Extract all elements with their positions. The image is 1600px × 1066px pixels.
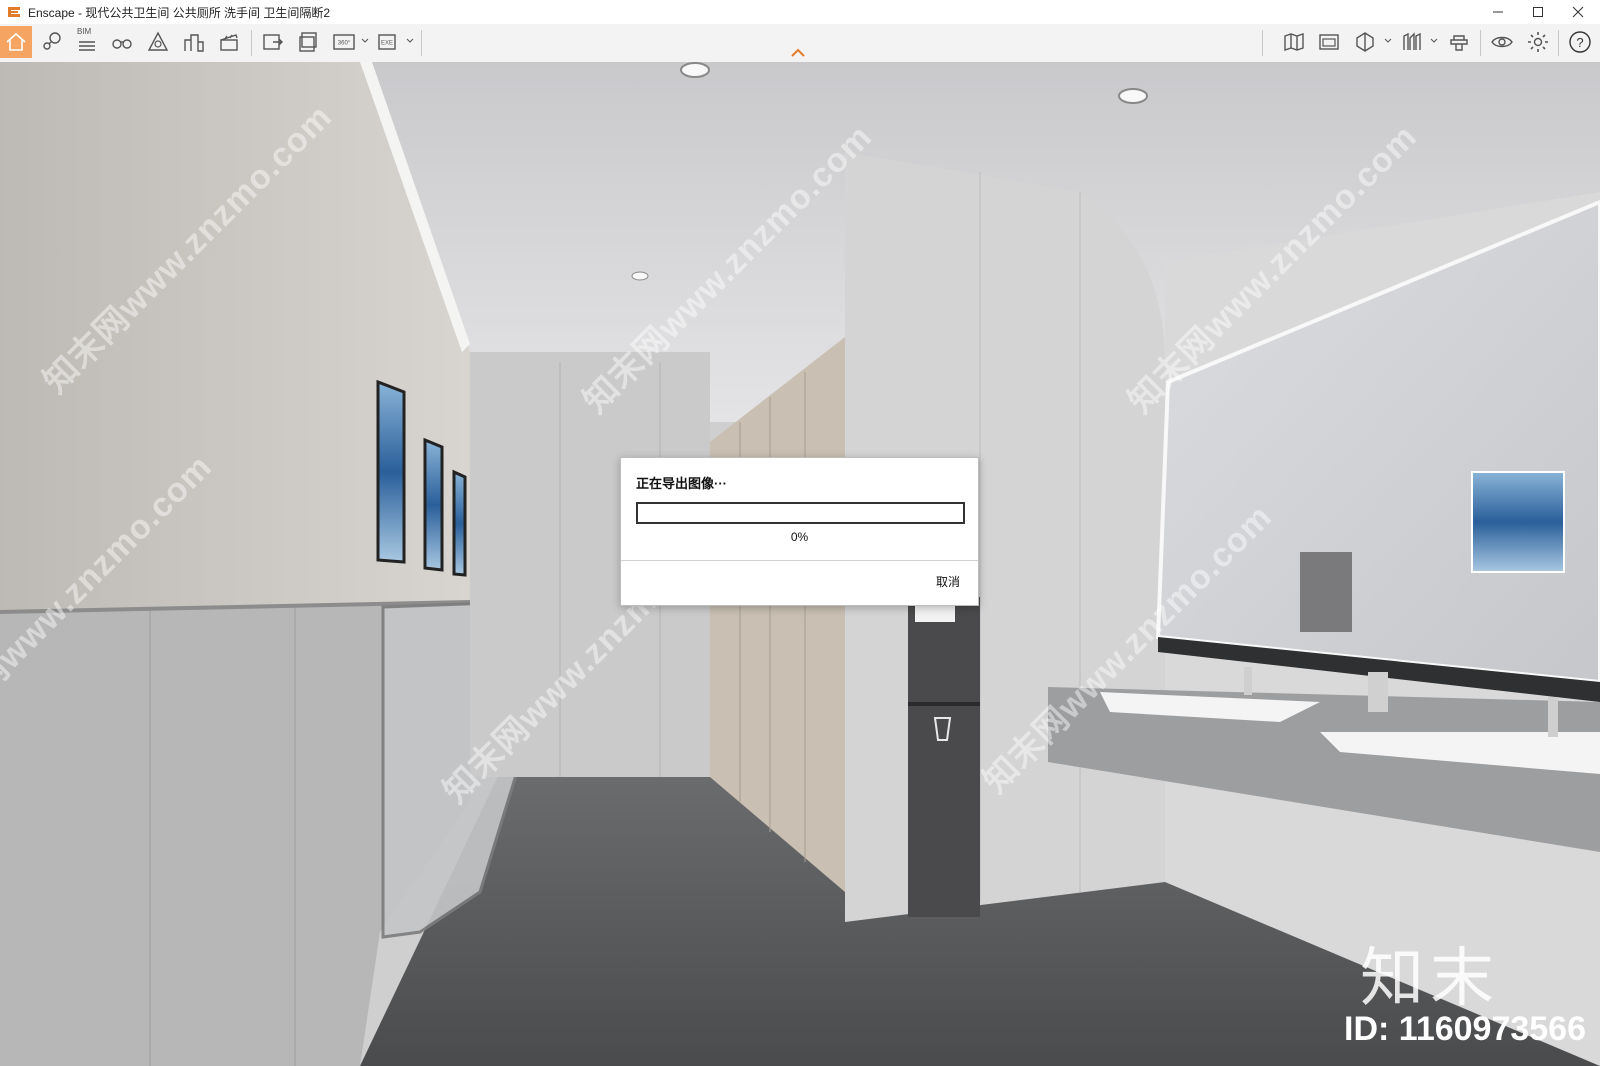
screenshot-button[interactable]	[257, 26, 289, 58]
atmosphere-button[interactable]	[1349, 26, 1381, 58]
progress-percent: 0%	[790, 530, 809, 544]
svg-text:360°: 360°	[338, 41, 351, 47]
close-icon	[1572, 6, 1584, 18]
export-progress-dialog: 正在导出图像··· 0% 取消	[620, 457, 979, 606]
export-progress-bar	[636, 502, 965, 524]
binoculars-icon	[112, 39, 132, 49]
collapse-toolbar-chevron-icon[interactable]	[789, 47, 807, 59]
toolbar-separator	[1480, 30, 1481, 56]
eye-icon	[1491, 36, 1513, 48]
toolbar-separator	[1558, 30, 1559, 56]
visual-settings-button[interactable]	[1313, 26, 1345, 58]
bim-label: BIM	[77, 27, 92, 36]
title-bar: Enscape - 现代公共卫生间 公共厕所 洗手间 卫生间隔断2	[0, 0, 1600, 24]
chevron-down-icon[interactable]	[1429, 36, 1439, 46]
enscape-logo-icon	[8, 7, 20, 17]
close-button[interactable]	[1558, 0, 1598, 24]
exe-export-icon: EXE	[378, 34, 396, 50]
chevron-down-icon[interactable]	[360, 36, 370, 46]
material-icon	[1403, 32, 1421, 50]
chevron-down-icon[interactable]	[405, 36, 415, 46]
atmosphere-icon	[1356, 32, 1374, 52]
binoculars-button[interactable]	[106, 26, 138, 58]
buildings-button[interactable]	[178, 26, 210, 58]
main-toolbar: BIM 360° EXE ?	[0, 24, 1600, 63]
maximize-button[interactable]	[1518, 0, 1558, 24]
views-icon	[43, 32, 61, 50]
video-editor-button[interactable]	[213, 26, 245, 58]
chevron-down-icon[interactable]	[1383, 36, 1393, 46]
toolbar-separator	[251, 30, 252, 56]
hat-icon	[1450, 35, 1468, 51]
toolbar-separator	[1262, 30, 1263, 56]
visibility-button[interactable]	[1486, 26, 1518, 58]
asset-library-icon	[147, 31, 169, 51]
dialog-title: 正在导出图像···	[636, 476, 727, 491]
help-icon: ?	[1569, 31, 1591, 53]
views-button[interactable]	[36, 26, 68, 58]
window-title: Enscape - 现代公共卫生间 公共厕所 洗手间 卫生间隔断2	[28, 5, 331, 20]
asset-library-button[interactable]	[142, 26, 174, 58]
dialog-divider	[621, 560, 978, 561]
maximize-icon	[1533, 7, 1543, 17]
map-icon	[1284, 33, 1304, 51]
settings-button[interactable]	[1522, 26, 1554, 58]
svg-text:EXE: EXE	[381, 41, 393, 47]
exe-export-button[interactable]: EXE	[372, 26, 404, 58]
home-icon	[6, 32, 26, 51]
collaboration-button[interactable]	[1443, 26, 1475, 58]
brand-watermark: 知末	[1360, 942, 1500, 1016]
bim-button[interactable]: BIM	[71, 26, 103, 58]
visual-settings-icon	[1319, 34, 1339, 50]
screenshot-export-icon	[263, 34, 283, 50]
panorama-button[interactable]: 360°	[328, 26, 360, 58]
svg-text:?: ?	[1576, 35, 1583, 50]
minimize-icon	[1493, 11, 1503, 13]
minimize-button[interactable]	[1478, 0, 1518, 24]
buildings-icon	[184, 34, 204, 52]
toolbar-separator	[421, 30, 422, 56]
help-button[interactable]: ?	[1564, 26, 1596, 58]
gear-icon	[1528, 32, 1548, 52]
material-editor-button[interactable]	[1396, 26, 1428, 58]
panorama-export-icon: 360°	[333, 34, 355, 50]
cancel-button[interactable]: 取消	[936, 573, 960, 590]
clapper-icon	[220, 34, 238, 51]
batch-export-icon	[299, 32, 317, 52]
batch-render-button[interactable]	[293, 26, 325, 58]
home-button[interactable]	[0, 26, 32, 58]
image-id-label: ID: 1160973566	[1344, 1010, 1586, 1048]
map-button[interactable]	[1278, 26, 1310, 58]
